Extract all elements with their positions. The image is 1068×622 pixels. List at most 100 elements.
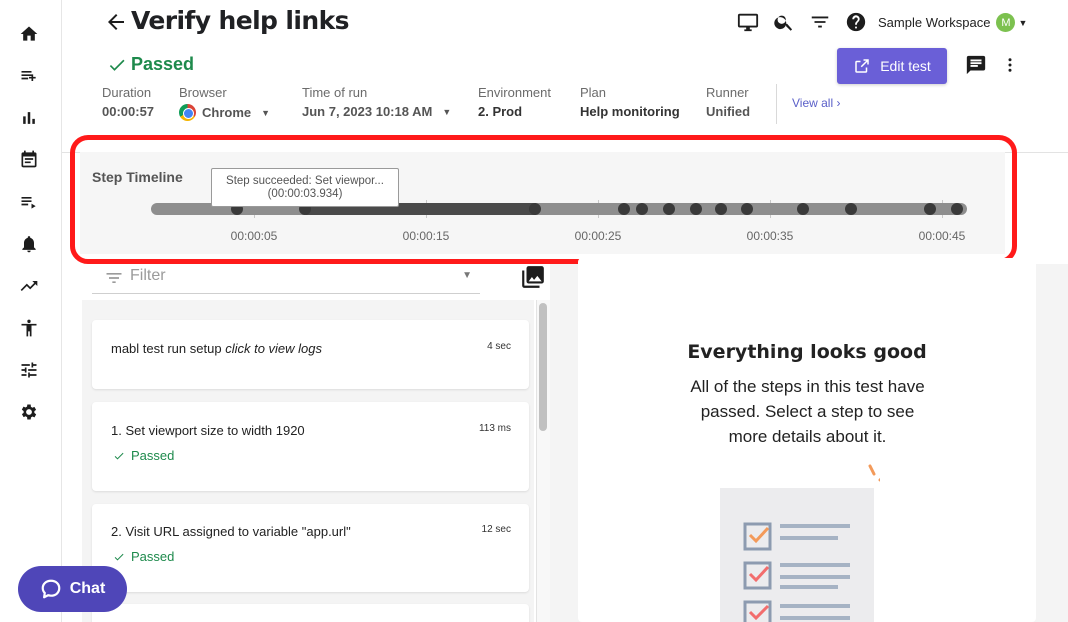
timeline-step-marker[interactable] [618, 203, 630, 215]
step-title: 1. Set viewport size to width 1920 [111, 423, 305, 438]
scrollbar-thumb[interactable] [539, 303, 547, 431]
timeline-step-marker[interactable] [636, 203, 648, 215]
workspace-switcher[interactable]: Sample Workspace M ▼ [878, 13, 1027, 32]
step-card-3[interactable] [92, 604, 529, 622]
filter-input[interactable]: Filter ▼ [92, 264, 480, 294]
step-timeline: Step Timeline 00:00:05 00:00:15 00:00:25… [80, 152, 1005, 254]
meta-duration: Duration 00:00:57 [102, 85, 154, 119]
step-status-label: Passed [131, 549, 175, 564]
checklist-illustration [720, 464, 880, 622]
filter-list-icon[interactable] [808, 10, 832, 34]
playlist-add-icon[interactable] [18, 65, 40, 87]
view-all-label: View all [792, 96, 834, 110]
dropdown-icon: ▼ [442, 106, 452, 117]
timeline-step-marker[interactable] [663, 203, 675, 215]
tooltip-line-2: (00:00:03.934) [267, 188, 343, 200]
help-icon[interactable] [844, 10, 868, 34]
page-title: Verify help links [131, 6, 349, 35]
check-icon [114, 553, 124, 560]
photo-library-icon[interactable] [519, 264, 547, 290]
edit-test-button[interactable]: Edit test [837, 48, 947, 84]
open-in-new-icon [855, 59, 869, 73]
chat-bubble-icon [41, 579, 61, 599]
chevron-right-icon: › [836, 96, 841, 110]
timeline-tick-label: 00:00:15 [402, 229, 450, 243]
step-title: mabl test run setup [111, 341, 222, 356]
check-icon [114, 452, 124, 459]
edit-test-label: Edit test [880, 58, 931, 74]
tune-icon[interactable] [18, 359, 40, 381]
view-logs-link[interactable]: click to view logs [225, 341, 322, 356]
avatar: M [996, 13, 1016, 32]
meta-time-of-run[interactable]: Time of run Jun 7, 2023 10:18 AM ▼ [302, 85, 451, 119]
step-card-setup[interactable]: mabl test run setup click to view logs 4… [92, 320, 529, 389]
step-list: mabl test run setup click to view logs 4… [82, 300, 534, 622]
status-badge: Passed [107, 54, 194, 75]
environment-label: Environment [478, 85, 551, 100]
timeline-step-marker[interactable] [845, 203, 857, 215]
timeline-title: Step Timeline [92, 169, 183, 185]
duration-label: Duration [102, 85, 152, 100]
timeline-tick-label: 00:00:45 [918, 229, 966, 243]
empty-state-title: Everything looks good [687, 341, 927, 363]
dropdown-icon[interactable]: ▼ [462, 270, 472, 281]
timeline-tick-label: 00:00:05 [230, 229, 278, 243]
chrome-icon [179, 104, 196, 121]
accessibility-icon[interactable] [18, 317, 40, 339]
runner-label: Runner [706, 85, 749, 100]
meta-plan: Plan Help monitoring [580, 85, 680, 119]
empty-state-text: All of the steps in this test have passe… [690, 377, 925, 446]
comment-icon[interactable] [964, 54, 988, 76]
time-of-run-label: Time of run [302, 85, 368, 100]
gear-icon[interactable] [18, 401, 40, 423]
timeline-step-marker[interactable] [951, 203, 963, 215]
workspace-name: Sample Workspace [878, 15, 991, 30]
left-rail [0, 0, 62, 622]
check-icon [109, 59, 125, 71]
home-icon[interactable] [18, 23, 40, 45]
calendar-icon[interactable] [18, 148, 40, 170]
step-status: Passed [113, 448, 174, 463]
more-vert-icon[interactable] [1001, 54, 1019, 76]
chat-label: Chat [69, 580, 106, 597]
status-label: Passed [131, 54, 195, 74]
plan-value: Help monitoring [580, 104, 680, 119]
bell-icon[interactable] [18, 233, 40, 255]
step-card-1[interactable]: 1. Set viewport size to width 1920 113 m… [92, 402, 529, 491]
monitor-icon[interactable] [736, 10, 760, 34]
step-duration: 113 ms [478, 423, 511, 434]
browser-label: Browser [179, 85, 227, 100]
top-toolbar [736, 10, 868, 34]
dropdown-icon: ▼ [261, 107, 271, 118]
filter-list-icon [104, 268, 124, 288]
browser-value: Chrome [202, 105, 252, 120]
timeline-step-marker[interactable] [715, 203, 727, 215]
timeline-step-marker[interactable] [741, 203, 753, 215]
bar-chart-icon[interactable] [18, 107, 40, 129]
chevron-down-icon: ▼ [1018, 17, 1028, 28]
environment-value: 2. Prod [478, 104, 523, 119]
trending-up-icon[interactable] [18, 275, 40, 297]
step-card-2[interactable]: 2. Visit URL assigned to variable "app.u… [92, 504, 529, 592]
timeline-tooltip: Step succeeded: Set viewpor... (00:00:03… [211, 168, 399, 207]
back-arrow-icon[interactable] [104, 10, 128, 34]
app: Verify help links Sample Workspace M ▼ P… [0, 0, 1068, 622]
timeline-step-marker[interactable] [797, 203, 809, 215]
search-icon[interactable] [772, 10, 796, 34]
step-duration: 4 sec [487, 341, 511, 352]
timeline-step-marker[interactable] [529, 203, 541, 215]
duration-value: 00:00:57 [102, 104, 155, 119]
meta-browser[interactable]: Browser Chrome ▼ [179, 85, 270, 121]
playlist-play-icon[interactable] [18, 191, 40, 213]
view-all-link[interactable]: View all › [792, 96, 840, 110]
plan-label: Plan [580, 85, 607, 100]
step-title: 2. Visit URL assigned to variable "app.u… [111, 524, 351, 539]
timeline-step-marker[interactable] [690, 203, 702, 215]
step-duration: 12 sec [481, 524, 511, 535]
divider [776, 84, 777, 124]
chat-button[interactable]: Chat [18, 566, 127, 612]
meta-environment: Environment 2. Prod [478, 85, 551, 119]
time-of-run-value: Jun 7, 2023 10:18 AM [302, 104, 433, 119]
timeline-step-marker[interactable] [924, 203, 936, 215]
timeline-tick-label: 00:00:35 [746, 229, 794, 243]
